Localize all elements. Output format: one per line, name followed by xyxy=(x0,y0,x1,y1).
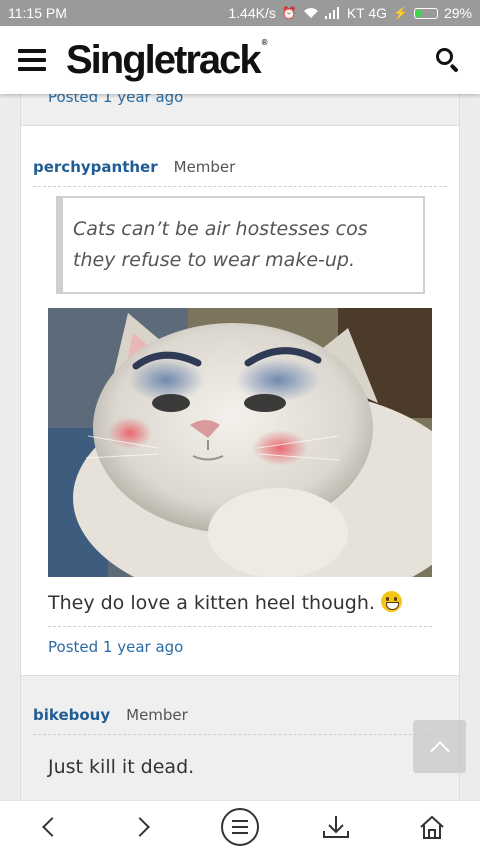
cat-with-makeup-photo xyxy=(48,308,432,577)
download-icon xyxy=(323,816,349,838)
forward-button[interactable] xyxy=(118,805,170,849)
comment-author-row: bikebouy Member xyxy=(33,706,447,735)
comment-card: perchypanther Member Cats can’t be air h… xyxy=(20,126,460,676)
posted-link[interactable]: Posted 1 year ago xyxy=(48,638,183,656)
forward-icon xyxy=(130,817,150,837)
status-time: 11:15 PM xyxy=(8,5,67,21)
download-button[interactable] xyxy=(310,805,362,849)
battery-level xyxy=(415,9,422,17)
site-logo[interactable]: Singletrack ® xyxy=(66,38,434,83)
back-icon xyxy=(42,817,62,837)
comment-body: They do love a kitten heel though. xyxy=(48,592,375,614)
wifi-icon xyxy=(303,8,318,18)
comment-body: Just kill it dead. xyxy=(48,756,195,778)
posted-link[interactable]: Posted 1 year ago xyxy=(48,94,183,106)
carrier-label: KT 4G xyxy=(346,5,388,21)
comment-card: Posted 1 year ago xyxy=(20,94,460,126)
charging-icon: ⚡ xyxy=(393,6,408,20)
author-role: Member xyxy=(173,158,236,176)
author-link[interactable]: perchypanther xyxy=(33,158,158,176)
home-icon xyxy=(420,815,444,839)
scroll-to-top-button[interactable] xyxy=(413,720,466,773)
site-header: Singletrack ® xyxy=(0,26,480,94)
menu-button[interactable] xyxy=(214,805,266,849)
author-link[interactable]: bikebouy xyxy=(33,706,110,724)
quote-block: Cats can’t be air hostesses cos they ref… xyxy=(56,196,425,294)
logo-text: Singletrack xyxy=(66,37,262,82)
alarm-icon: ⏰ xyxy=(281,6,297,20)
chevron-up-icon xyxy=(429,740,450,761)
battery-icon xyxy=(413,7,438,19)
hamburger-icon[interactable] xyxy=(18,49,46,71)
status-bar: 11:15 PM 1.44K/s ⏰ KT 4G ⚡ 29% xyxy=(0,0,480,26)
comment-author-row: perchypanther Member xyxy=(33,158,447,187)
menu-icon xyxy=(221,808,259,846)
author-role: Member xyxy=(126,706,188,724)
signal-icon xyxy=(324,7,339,19)
search-icon[interactable] xyxy=(434,46,462,74)
comment-text: They do love a kitten heel though. xyxy=(48,591,402,614)
comment-card: bikebouy Member Just kill it dead. xyxy=(20,676,460,800)
comment-divider xyxy=(48,626,432,627)
network-speed: 1.44K/s xyxy=(228,5,276,21)
back-button[interactable] xyxy=(22,805,74,849)
browser-nav-bar xyxy=(0,800,480,853)
comment-feed[interactable]: Posted 1 year ago perchypanther Member C… xyxy=(0,94,480,800)
grinning-emoji-icon xyxy=(380,591,402,612)
home-button[interactable] xyxy=(406,805,458,849)
battery-percent: 29% xyxy=(443,5,472,21)
